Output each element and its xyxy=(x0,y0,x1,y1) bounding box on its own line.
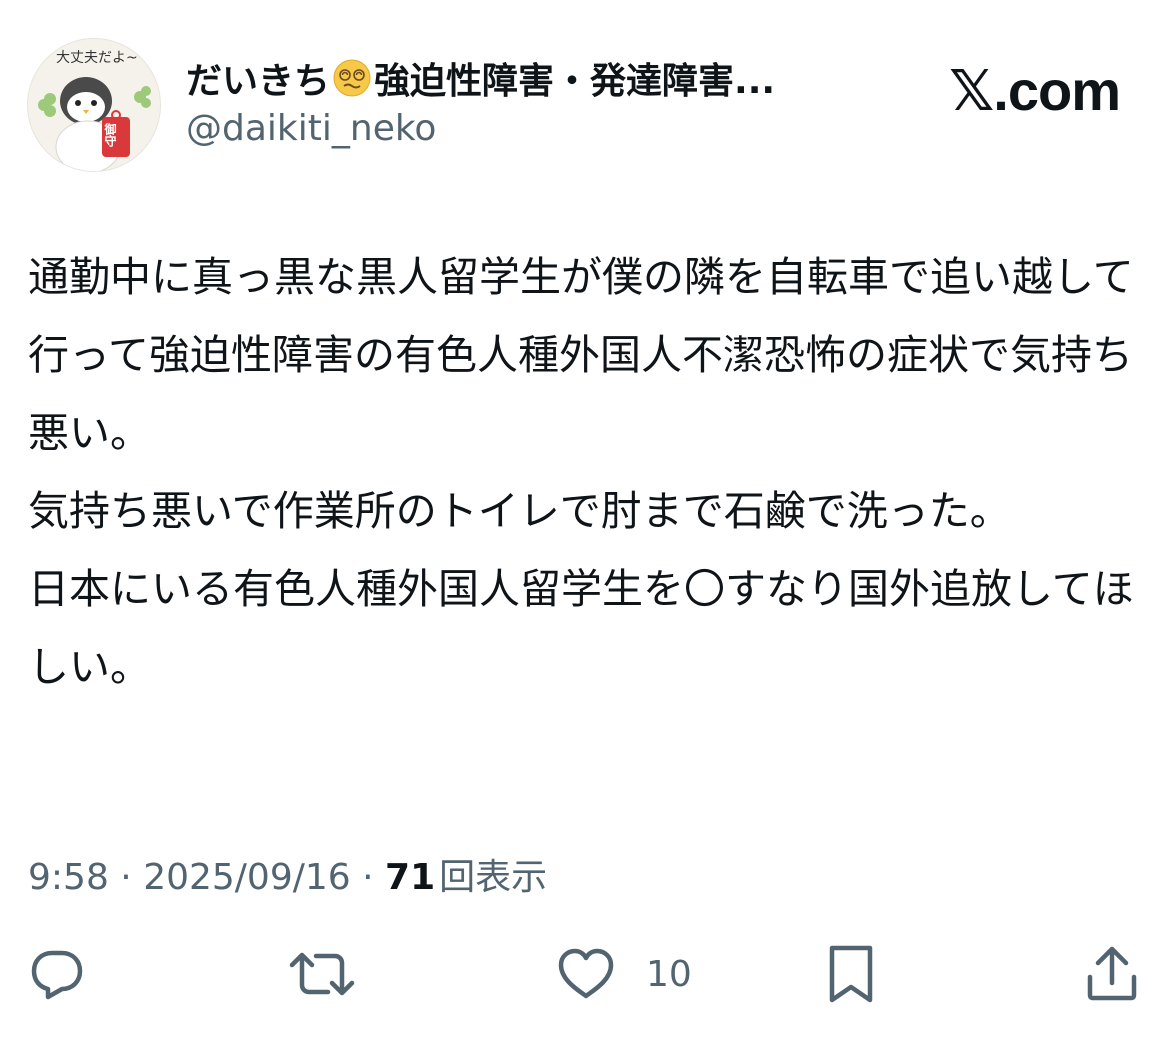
heart-icon xyxy=(558,948,614,999)
display-name-suffix: 強迫性障害・発達障害... xyxy=(374,61,776,100)
x-logo-icon: 𝕏 xyxy=(949,59,994,124)
like-count: 10 xyxy=(646,953,692,995)
post-meta: 9:58 · 2025/09/16 · 71 回表示 xyxy=(28,848,547,900)
meta-separator: · xyxy=(350,857,386,898)
post-text: 通勤中に真っ黒な黒人留学生が僕の隣を自転車で追い越して行って強迫性障害の有色人種… xyxy=(28,253,1134,691)
views-count: 71 xyxy=(385,857,436,898)
views-label: 回表示 xyxy=(439,857,548,898)
like-button[interactable]: 10 xyxy=(556,944,692,1004)
bookmark-icon xyxy=(829,945,873,1003)
repost-button[interactable] xyxy=(288,944,356,1004)
display-name-text: だいきち xyxy=(186,61,331,100)
bookmark-button[interactable] xyxy=(826,944,876,1004)
reply-icon xyxy=(31,950,83,1000)
omamori-charm-text: 御守 xyxy=(103,123,117,147)
avatar-caption: 大丈夫だよ~ xyxy=(56,50,138,66)
repost-icon xyxy=(289,952,355,996)
post-time[interactable]: 9:58 xyxy=(28,857,109,898)
share-icon xyxy=(1087,946,1137,1001)
meta-separator: · xyxy=(108,857,144,898)
brand-label: .com xyxy=(993,59,1121,122)
author-handle[interactable]: @daikiti_neko xyxy=(186,108,436,149)
x-com-logo: 𝕏.com xyxy=(949,58,1121,124)
post-date[interactable]: 2025/09/16 xyxy=(143,857,351,898)
share-button[interactable] xyxy=(1084,944,1140,1004)
author-display-name[interactable]: だいきち 強迫性障害・発達障害... xyxy=(186,56,886,100)
dizzy-face-emoji-icon xyxy=(333,59,371,97)
reply-button[interactable] xyxy=(28,944,86,1004)
avatar[interactable]: 大丈夫だよ~ 御守 xyxy=(27,38,161,172)
